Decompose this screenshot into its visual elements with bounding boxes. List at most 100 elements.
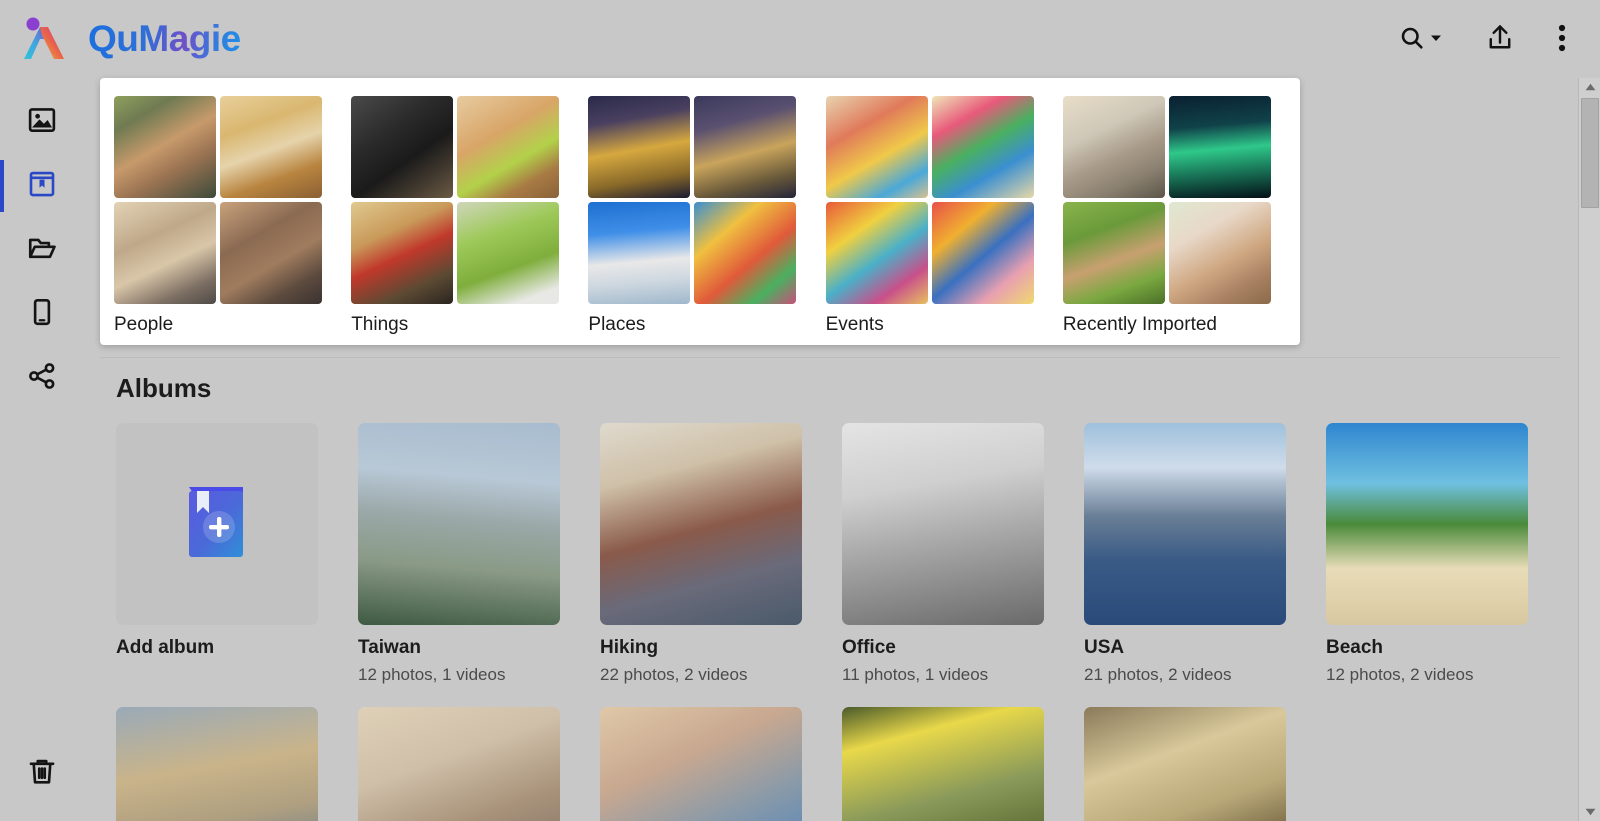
thumb-sleeping-child-with-teddy: [1169, 202, 1271, 304]
thumb-potted-green-plant: [457, 202, 559, 304]
sidebar-item-trash[interactable]: [0, 741, 84, 805]
album-thumb-family-hiking-portrait[interactable]: [600, 423, 802, 625]
upload-button[interactable]: [1482, 19, 1518, 60]
page-title: Albums: [116, 373, 211, 404]
app-title: QuMagie: [88, 18, 241, 60]
category-card-events[interactable]: Events: [826, 96, 1063, 345]
album-thumb-dog-catching-frisbee[interactable]: [842, 707, 1044, 821]
thumb-dog-with-tennis-ball: [457, 96, 559, 198]
albums-section: Albums: [84, 345, 1578, 821]
thumb-kids-at-birthday-party: [826, 96, 928, 198]
category-thumb-grid: [826, 96, 1034, 304]
caret-down-icon: [1430, 32, 1442, 47]
album-tile[interactable]: [116, 707, 318, 821]
album-thumb-hands-together-teamwork[interactable]: [600, 707, 802, 821]
add-album-thumb[interactable]: [116, 423, 318, 625]
album-thumb-friends-laughing[interactable]: [358, 707, 560, 821]
thumb-baby-with-cake-smash: [932, 96, 1034, 198]
category-card-things[interactable]: Things: [351, 96, 588, 345]
category-label: Events: [826, 314, 1063, 336]
sidebar-item-shared[interactable]: [0, 346, 84, 410]
thumb-group-with-birthday-cake: [932, 202, 1034, 304]
album-tile[interactable]: [842, 707, 1044, 821]
upload-icon: [1486, 23, 1514, 56]
smartphone-icon: [27, 297, 57, 332]
caret-down-icon: [1585, 803, 1596, 821]
category-thumb-grid: [351, 96, 559, 304]
category-thumb-grid: [588, 96, 796, 304]
more-vertical-icon: [1558, 23, 1566, 56]
album-thumb-highway-light-trails[interactable]: [1084, 707, 1286, 821]
album-thumb-office-workers-desks[interactable]: [842, 423, 1044, 625]
thumb-girl-with-headband: [220, 202, 322, 304]
thumb-cathedral-spires: [694, 96, 796, 198]
album-tile[interactable]: Taiwan 12 photos, 1 videos: [358, 423, 560, 685]
thumb-aurora-borealis-night: [1169, 96, 1271, 198]
album-tile[interactable]: USA 21 photos, 2 videos: [1084, 423, 1286, 685]
album-tile[interactable]: [600, 707, 802, 821]
album-thumb-city-skyline-with-sailboats[interactable]: [1084, 423, 1286, 625]
scrollbar-up-button[interactable]: [1579, 78, 1600, 96]
thumb-friends-in-party-hats: [826, 202, 928, 304]
album-tile[interactable]: Hiking 22 photos, 2 videos: [600, 423, 802, 685]
album-thumb-gothic-cathedral-spires[interactable]: [116, 707, 318, 821]
thumb-singapore-artscience-museum: [588, 202, 690, 304]
category-label: Places: [588, 314, 825, 336]
scrollbar-thumb[interactable]: [1581, 98, 1599, 208]
thumb-smiling-blonde-woman: [220, 96, 322, 198]
category-label: Recently Imported: [1063, 314, 1300, 336]
folder-open-icon: [27, 233, 57, 268]
sidebar-item-folders[interactable]: [0, 218, 84, 282]
top-bar-actions: [1394, 19, 1570, 60]
sidebar-item-albums[interactable]: [0, 154, 84, 218]
album-name: USA: [1084, 637, 1286, 659]
sidebar: [0, 78, 84, 821]
scrollbar-down-button[interactable]: [1579, 803, 1600, 821]
trash-icon: [27, 756, 57, 791]
category-card-recently-imported[interactable]: Recently Imported: [1063, 96, 1300, 345]
album-thumb-taipei-101-skyline[interactable]: [358, 423, 560, 625]
thumb-colorful-hillside-houses: [694, 202, 796, 304]
album-name: Hiking: [600, 637, 802, 659]
category-thumb-grid: [114, 96, 322, 304]
album-tile[interactable]: [358, 707, 560, 821]
category-card-people[interactable]: People: [114, 96, 351, 345]
albums-grid: Add album Taiwan 12 photos, 1 videos Hik…: [116, 423, 1556, 821]
category-label: People: [114, 314, 351, 336]
thumb-crepes-with-berries: [351, 202, 453, 304]
add-album-tile[interactable]: Add album: [116, 423, 318, 685]
thumb-man-with-bike-helmet: [114, 96, 216, 198]
album-count: 11 photos, 1 videos: [842, 665, 1044, 685]
image-icon: [27, 105, 57, 140]
search-icon: [1398, 24, 1426, 55]
album-thumb-tropical-beach-palms[interactable]: [1326, 423, 1528, 625]
thumb-camera-lens: [351, 96, 453, 198]
album-count: 12 photos, 1 videos: [358, 665, 560, 685]
caret-up-icon: [1585, 78, 1596, 96]
album-name: Taiwan: [358, 637, 560, 659]
album-count: 21 photos, 2 videos: [1084, 665, 1286, 685]
category-thumb-grid: [1063, 96, 1271, 304]
album-tile[interactable]: Office 11 photos, 1 videos: [842, 423, 1044, 685]
add-album-book-icon: [181, 481, 253, 568]
category-card-places[interactable]: Places: [588, 96, 825, 345]
album-tile[interactable]: [1084, 707, 1286, 821]
album-tile[interactable]: Beach 12 photos, 2 videos: [1326, 423, 1528, 685]
album-name: Beach: [1326, 637, 1528, 659]
sidebar-item-mobile[interactable]: [0, 282, 84, 346]
top-bar: QuMagie: [0, 0, 1600, 78]
thumb-young-blonde-girl: [114, 202, 216, 304]
vertical-scrollbar[interactable]: [1578, 78, 1600, 821]
search-button[interactable]: [1394, 20, 1446, 59]
brand[interactable]: QuMagie: [18, 15, 241, 63]
album-icon: [27, 169, 57, 204]
thumb-women-taking-photos: [1063, 96, 1165, 198]
album-count: 12 photos, 2 videos: [1326, 665, 1528, 685]
category-label: Things: [351, 314, 588, 336]
more-options-button[interactable]: [1554, 19, 1570, 60]
section-divider: [100, 357, 1560, 358]
sidebar-item-photos[interactable]: [0, 90, 84, 154]
thumb-eiffel-tower-night: [588, 96, 690, 198]
qumagie-app-window: QuMagie: [0, 0, 1600, 821]
share-icon: [27, 361, 57, 396]
